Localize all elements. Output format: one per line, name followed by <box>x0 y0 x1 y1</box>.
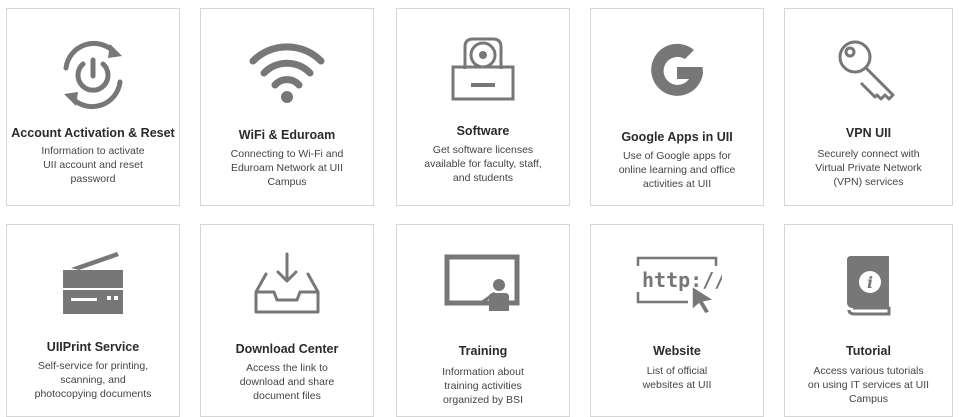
desc-line: Get software licenses <box>432 144 534 156</box>
card-description: Information to activate UII account and … <box>17 144 169 186</box>
card-title: Software <box>456 124 510 138</box>
card-website[interactable]: http:// Website List of official website… <box>590 224 764 417</box>
desc-line: Information about <box>442 366 524 378</box>
card-description: Information about training activities or… <box>407 365 559 407</box>
info-book-icon: i <box>785 245 952 321</box>
card-wifi-eduroam[interactable]: WiFi & Eduroam Connecting to Wi-Fi and E… <box>200 8 374 206</box>
desc-line: Virtual Private Network <box>815 162 922 174</box>
card-title: VPN UII <box>845 126 892 140</box>
wifi-icon <box>201 37 373 107</box>
desc-line: download and share <box>239 376 335 388</box>
card-training[interactable]: Training Information about training acti… <box>396 224 570 417</box>
card-description: Securely connect with Virtual Private Ne… <box>795 147 942 189</box>
http-text: http:// <box>642 268 722 292</box>
card-description: Access various tutorials on using IT ser… <box>795 364 942 406</box>
desc-line: Securely connect with <box>817 148 920 160</box>
desc-line: Campus <box>848 393 889 405</box>
desc-line: document files <box>253 390 321 402</box>
desc-line: Access various tutorials <box>813 365 924 377</box>
card-title: Website <box>653 344 701 358</box>
desc-line: scanning, and <box>60 374 126 386</box>
card-tutorial[interactable]: i Tutorial Access various tutorials on u… <box>784 224 953 417</box>
card-uiiprint[interactable]: UIIPrint Service Self-service for printi… <box>6 224 180 417</box>
power-refresh-icon <box>7 35 179 115</box>
desc-line: List of official <box>646 365 708 377</box>
desc-line: Eduroam Network at UII <box>230 162 344 174</box>
desc-line: (VPN) services <box>833 176 904 188</box>
card-download-center[interactable]: Download Center Access the link to downl… <box>200 224 374 417</box>
card-google-apps[interactable]: Google Apps in UII Use of Google apps fo… <box>590 8 764 206</box>
desc-line: online learning and office <box>618 164 736 176</box>
card-title: Google Apps in UII <box>621 130 733 144</box>
download-tray-icon <box>201 245 373 321</box>
google-icon <box>591 33 763 113</box>
desc-line: Use of Google apps for <box>623 150 731 162</box>
card-description: Use of Google apps for online learning a… <box>601 149 753 191</box>
card-vpn[interactable]: VPN UII Securely connect with Virtual Pr… <box>784 8 953 206</box>
desc-line: organized by BSI <box>443 394 523 406</box>
desc-line: available for faculty, staff, <box>424 158 542 170</box>
desc-line: UII account and reset <box>43 159 143 171</box>
desc-line: Information to activate <box>41 145 145 157</box>
card-account-activation[interactable]: Account Activation & Reset Information t… <box>6 8 180 206</box>
desc-line: training activities <box>444 380 522 392</box>
card-description: Access the link to download and share do… <box>211 361 363 403</box>
desc-line: and students <box>452 172 514 184</box>
card-title: WiFi & Eduroam <box>238 128 336 142</box>
desc-line: activities at UII <box>642 178 712 190</box>
desc-line: Access the link to <box>246 362 328 374</box>
card-software[interactable]: Software Get software licenses available… <box>396 8 570 206</box>
card-title: Training <box>458 344 508 358</box>
card-description: Self-service for printing, scanning, and… <box>17 359 169 401</box>
desc-line: websites at UII <box>642 379 712 391</box>
svg-text:i: i <box>866 273 872 292</box>
presentation-board-icon <box>397 245 569 323</box>
card-description: List of official websites at UII <box>601 364 753 392</box>
card-description: Connecting to Wi-Fi and Eduroam Network … <box>211 147 363 189</box>
desc-line: password <box>70 173 116 185</box>
card-title: Tutorial <box>846 344 891 358</box>
desc-line: Connecting to Wi-Fi and <box>230 148 344 160</box>
desc-line: photocopying documents <box>34 388 152 400</box>
http-cursor-icon: http:// <box>591 249 763 319</box>
desc-line: Campus <box>267 176 307 188</box>
card-title: Download Center <box>235 342 339 356</box>
card-title: Account Activation & Reset <box>11 126 175 140</box>
card-description: Get software licenses available for facu… <box>407 143 559 185</box>
desc-line: Self-service for printing, <box>37 360 149 372</box>
desc-line: on using IT services at UII <box>807 379 930 391</box>
card-title: UIIPrint Service <box>46 340 140 354</box>
key-icon <box>785 33 952 109</box>
printer-icon <box>7 247 179 319</box>
software-disc-icon <box>397 31 569 107</box>
